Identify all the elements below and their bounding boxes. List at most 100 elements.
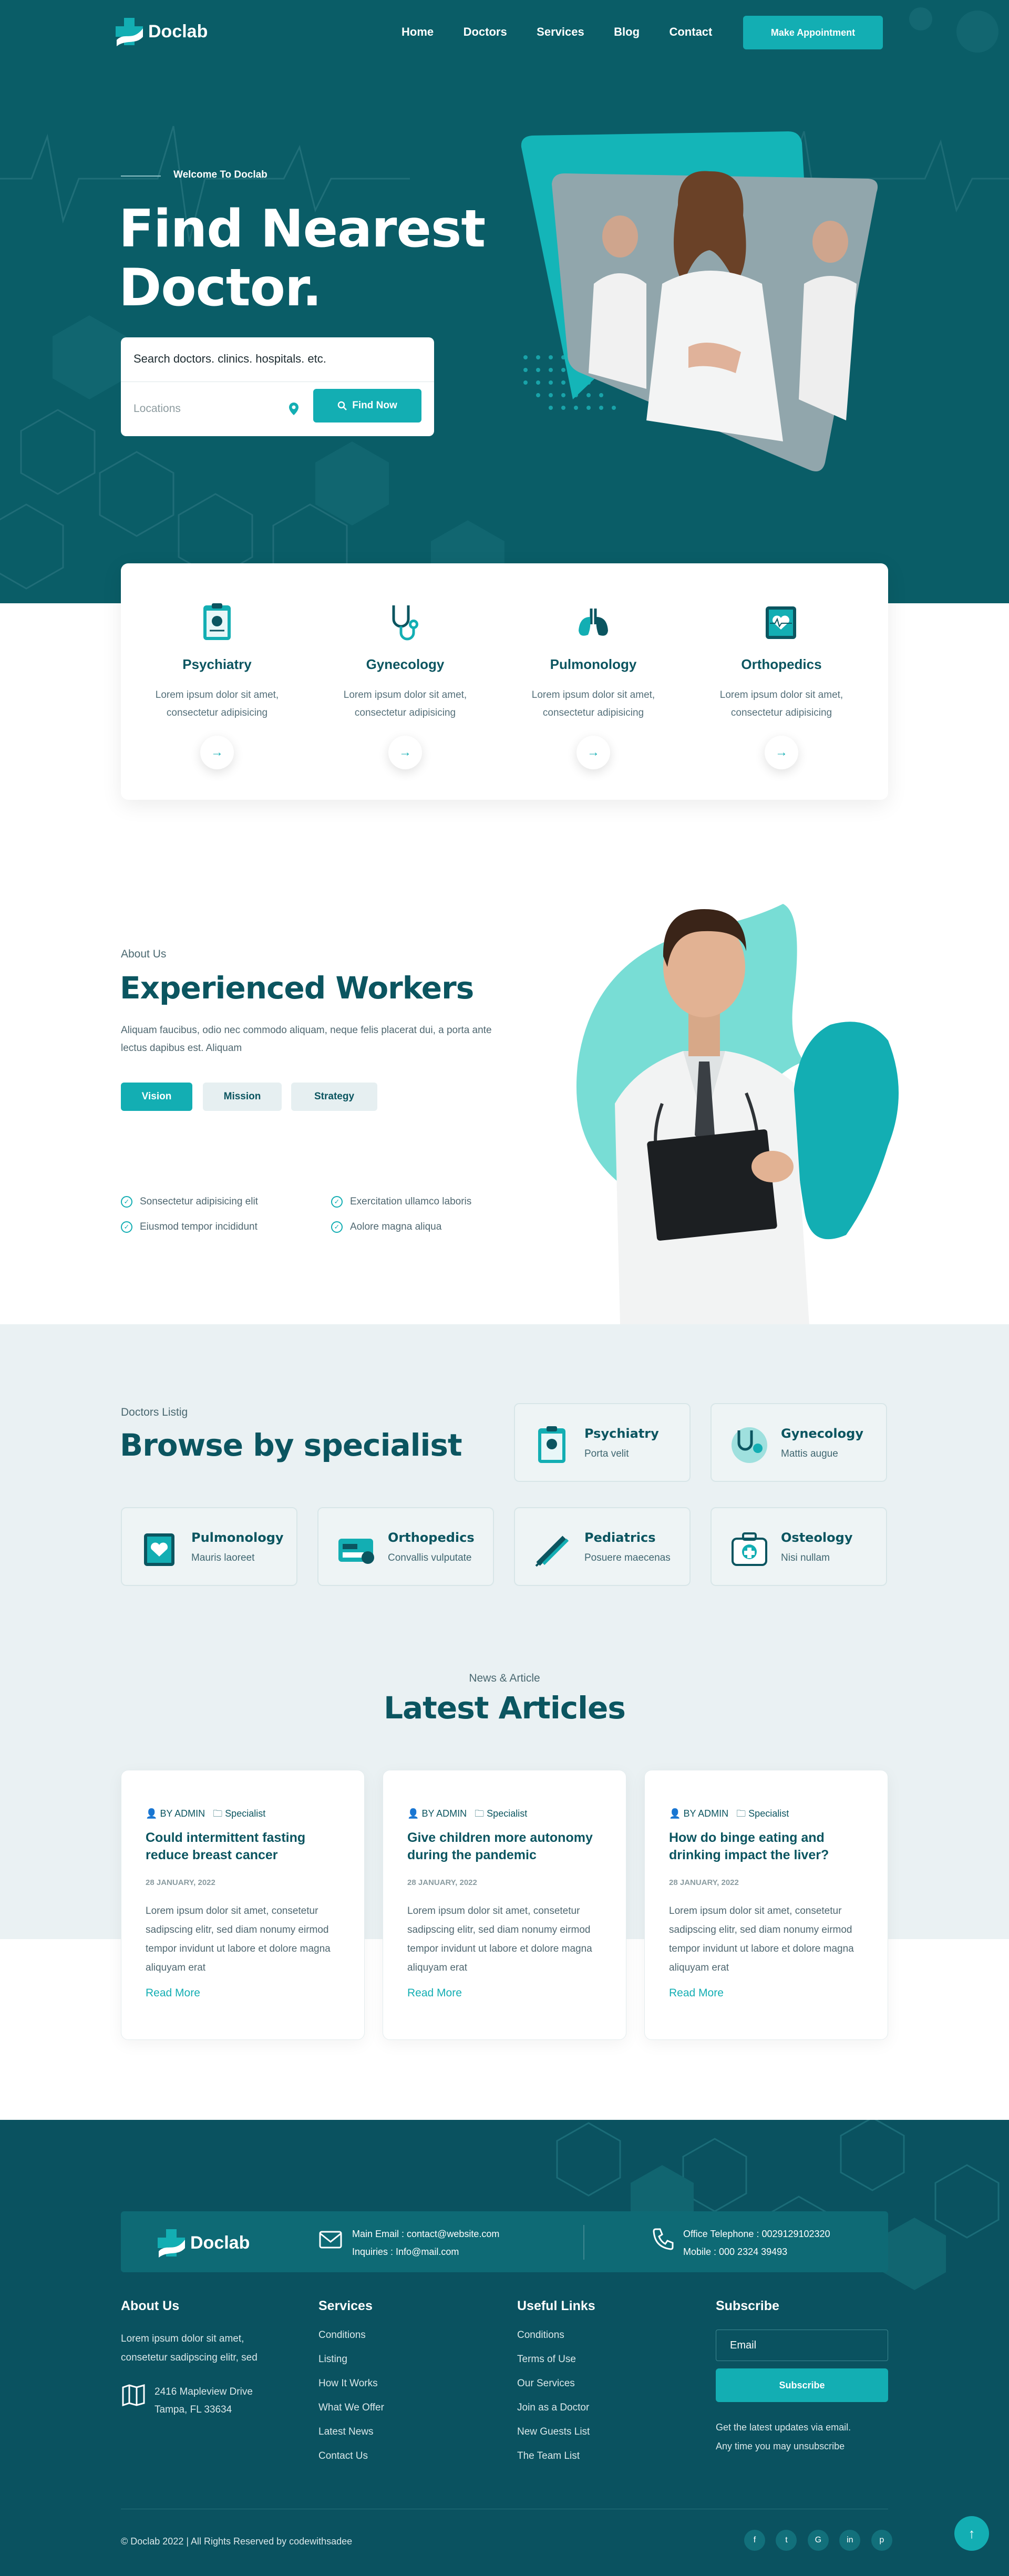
check-circle-icon: ✓ bbox=[331, 1221, 343, 1233]
service-gynecology: Gynecology Lorem ipsum dolor sit amet, co… bbox=[313, 601, 497, 769]
footer-link[interactable]: New Guests List bbox=[517, 2426, 595, 2438]
article-meta: 👤 BY ADMIN 🗀 Specialist bbox=[146, 1807, 265, 1823]
footer-link[interactable]: Conditions bbox=[318, 2330, 384, 2341]
google-icon[interactable]: G bbox=[807, 2530, 829, 2551]
service-orthopedics: Orthopedics Lorem ipsum dolor sit amet, c… bbox=[689, 601, 873, 769]
article-category[interactable]: Specialist bbox=[748, 1808, 789, 1819]
footer-about-text: Lorem ipsum dolor sit amet, consetetur sa… bbox=[121, 2330, 300, 2367]
footer-inquiries[interactable]: Inquiries : Info@mail.com bbox=[352, 2243, 499, 2261]
footer-phone[interactable]: Office Telephone : 0029129102320 bbox=[683, 2225, 830, 2243]
article-title[interactable]: Give children more autonomy during the p… bbox=[407, 1829, 607, 1864]
article-title[interactable]: How do binge eating and drinking impact … bbox=[669, 1829, 869, 1864]
arrow-right-icon: → bbox=[399, 745, 411, 759]
search-input[interactable]: Search doctors. clinics. hospitals. etc. bbox=[133, 352, 326, 366]
make-appointment-button[interactable]: Make Appointment bbox=[743, 16, 883, 49]
article-date: 28 JANUARY, 2022 bbox=[146, 1878, 215, 1887]
articles-title: Latest Articles bbox=[384, 1690, 626, 1726]
footer-link[interactable]: The Team List bbox=[517, 2450, 595, 2462]
folder-icon: 🗀 bbox=[213, 1808, 223, 1819]
arrow-right-button[interactable]: → bbox=[388, 736, 422, 769]
specialist-card-pediatrics[interactable]: Pediatrics Posuere maecenas bbox=[514, 1507, 691, 1586]
nav-contact[interactable]: Contact bbox=[669, 25, 712, 38]
page: Doclab Home Doctors Services Blog Contac… bbox=[0, 0, 1009, 2576]
subscribe-note: Get the latest updates via email. Any tim… bbox=[716, 2418, 888, 2456]
xray-bed-icon bbox=[338, 1539, 374, 1564]
article-category[interactable]: Specialist bbox=[487, 1808, 527, 1819]
read-more-link[interactable]: Read More bbox=[146, 1987, 200, 2000]
article-author[interactable]: BY ADMIN bbox=[421, 1808, 467, 1819]
clipboard-brain-icon bbox=[538, 1426, 565, 1463]
article-category[interactable]: Specialist bbox=[225, 1808, 265, 1819]
facebook-icon[interactable]: f bbox=[744, 2530, 765, 2551]
article-title[interactable]: Could intermittent fasting reduce breast… bbox=[146, 1829, 345, 1864]
back-to-top-button[interactable]: ↑ bbox=[954, 2516, 989, 2551]
specialist-card-orthopedics[interactable]: Orthopedics Convallis vulputate bbox=[317, 1507, 494, 1586]
footer-link[interactable]: Terms of Use bbox=[517, 2354, 595, 2365]
arrow-right-button[interactable]: → bbox=[765, 736, 798, 769]
find-now-button[interactable]: Find Now bbox=[313, 389, 421, 423]
phone-icon bbox=[653, 2228, 674, 2250]
nav-home[interactable]: Home bbox=[401, 25, 434, 38]
nav-services[interactable]: Services bbox=[537, 25, 584, 38]
stethoscope-icon bbox=[392, 605, 418, 641]
about-text-line2: lectus dapibus est. Aliquam bbox=[121, 1043, 242, 1054]
footer-link[interactable]: How It Works bbox=[318, 2378, 384, 2389]
check-circle-icon: ✓ bbox=[121, 1221, 132, 1233]
specialists-title: Browse by specialist bbox=[120, 1427, 462, 1463]
subscribe-email-input[interactable]: Email bbox=[716, 2330, 888, 2361]
specialist-card-pulmonology[interactable]: Pulmonology Mauris laoreet bbox=[121, 1507, 297, 1586]
article-card: 👤 BY ADMIN 🗀 Specialist Could intermitte… bbox=[121, 1770, 365, 2040]
service-text-line1: Lorem ipsum dolor sit amet, bbox=[719, 689, 843, 700]
specialist-sub: Mattis augue bbox=[781, 1448, 838, 1459]
stethoscope-icon bbox=[732, 1427, 767, 1463]
check-item: ✓ Eiusmod tempor incididunt bbox=[121, 1221, 258, 1233]
article-author[interactable]: BY ADMIN bbox=[683, 1808, 728, 1819]
footer-email-info: Main Email : contact@website.com Inquiri… bbox=[352, 2225, 499, 2261]
read-more-link[interactable]: Read More bbox=[669, 1987, 724, 2000]
specialist-name: Pediatrics bbox=[584, 1530, 656, 1545]
footer-mobile[interactable]: Mobile : 000 2324 39493 bbox=[683, 2243, 830, 2261]
envelope-icon bbox=[319, 2231, 342, 2249]
footer-link[interactable]: Latest News bbox=[318, 2426, 384, 2438]
logo-cross-icon bbox=[158, 2229, 185, 2258]
map-icon bbox=[122, 2384, 145, 2406]
specialist-name: Osteology bbox=[781, 1530, 853, 1545]
hero-title-line1: Find Nearest bbox=[119, 199, 486, 259]
specialist-card-psychiatry[interactable]: Psychiatry Porta velit bbox=[514, 1403, 691, 1482]
footer-link[interactable]: Join as a Doctor bbox=[517, 2402, 595, 2414]
arrow-right-icon: → bbox=[775, 745, 788, 759]
subscribe-button[interactable]: Subscribe bbox=[716, 2368, 888, 2402]
location-input[interactable]: Locations bbox=[133, 397, 302, 420]
read-more-link[interactable]: Read More bbox=[407, 1987, 462, 2000]
footer-link[interactable]: Contact Us bbox=[318, 2450, 384, 2462]
footer-link[interactable]: Conditions bbox=[517, 2330, 595, 2341]
twitter-icon[interactable]: t bbox=[776, 2530, 797, 2551]
footer-contact-bar: Doclab Main Email : contact@website.com … bbox=[121, 2211, 888, 2272]
tab-vision[interactable]: Vision bbox=[121, 1083, 192, 1111]
check-circle-icon: ✓ bbox=[331, 1196, 343, 1208]
article-excerpt: Lorem ipsum dolor sit amet, consetetur s… bbox=[407, 1905, 592, 1973]
article-date: 28 JANUARY, 2022 bbox=[669, 1878, 739, 1887]
specialist-card-osteology[interactable]: Osteology Nisi nullam bbox=[711, 1507, 887, 1586]
arrow-right-button[interactable]: → bbox=[200, 736, 234, 769]
footer-col-title: Services bbox=[318, 2299, 373, 2313]
footer-link[interactable]: What We Offer bbox=[318, 2402, 384, 2414]
footer-link[interactable]: Listing bbox=[318, 2354, 384, 2365]
article-excerpt: Lorem ipsum dolor sit amet, consetetur s… bbox=[146, 1905, 331, 1973]
pinterest-icon[interactable]: p bbox=[871, 2530, 892, 2551]
logo[interactable]: Doclab bbox=[115, 16, 208, 47]
footer-services-col: Services Conditions Listing How It Works… bbox=[318, 2299, 384, 2475]
specialist-card-gynecology[interactable]: Gynecology Mattis augue bbox=[711, 1403, 887, 1482]
check-text: Eiusmod tempor incididunt bbox=[140, 1221, 258, 1232]
service-text-line2: consectetur adipisicing bbox=[166, 707, 268, 718]
nav-blog[interactable]: Blog bbox=[614, 25, 640, 38]
article-author[interactable]: BY ADMIN bbox=[160, 1808, 205, 1819]
tab-mission[interactable]: Mission bbox=[203, 1083, 282, 1111]
nav-doctors[interactable]: Doctors bbox=[464, 25, 507, 38]
arrow-right-button[interactable]: → bbox=[576, 736, 610, 769]
footer-email[interactable]: Main Email : contact@website.com bbox=[352, 2225, 499, 2243]
linkedin-icon[interactable]: in bbox=[839, 2530, 861, 2551]
footer-logo[interactable]: Doclab bbox=[157, 2227, 250, 2259]
footer-link[interactable]: Our Services bbox=[517, 2378, 595, 2389]
tab-strategy[interactable]: Strategy bbox=[291, 1083, 377, 1111]
